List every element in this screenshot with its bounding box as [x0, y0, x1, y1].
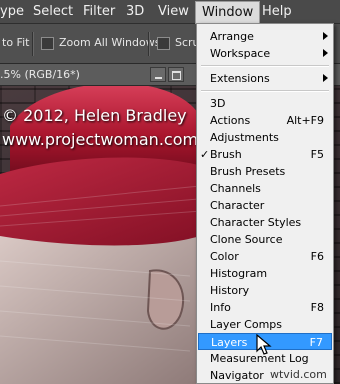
menu-item-label: Workspace: [210, 47, 271, 60]
menu-item-label: Histogram: [210, 267, 268, 280]
menu-item-label: History: [210, 284, 250, 297]
submenu-arrow-icon: [323, 32, 328, 40]
submenu-arrow-icon: [323, 49, 328, 57]
menu-item-clone-source[interactable]: Clone Source: [198, 231, 332, 248]
menu-help[interactable]: Help: [262, 0, 292, 23]
menu-item-label: Adjustments: [210, 131, 279, 144]
site-credit: wtvid.com: [270, 368, 327, 381]
menu-item-layer-comps[interactable]: Layer Comps: [198, 316, 332, 333]
menu-item-label: Channels: [210, 182, 261, 195]
menu-view[interactable]: View: [158, 0, 189, 23]
menu-item-shortcut: Alt+F9: [286, 114, 324, 127]
menu-item-label: Color: [210, 250, 239, 263]
menu-item-label: Extensions: [210, 72, 270, 85]
watermark-line-1: © 2012, Helen Bradley: [2, 106, 187, 125]
menu-item-extensions[interactable]: Extensions: [198, 70, 332, 87]
menu-item-label: Layer Comps: [210, 318, 283, 331]
menu-item-label: Actions: [210, 114, 251, 127]
maximize-icon[interactable]: [168, 67, 184, 82]
menu-item-3d[interactable]: 3D: [198, 95, 332, 112]
menu-item-shortcut: F8: [310, 301, 324, 314]
menu-select[interactable]: Select: [33, 0, 73, 23]
mouse-pointer-icon: [256, 334, 272, 355]
minimize-icon[interactable]: [150, 67, 166, 82]
window-menu-dropdown: Arrange Workspace Extensions 3D Actions …: [196, 23, 334, 384]
menu-item-brush-presets[interactable]: Brush Presets: [198, 163, 332, 180]
menu-item-channels[interactable]: Channels: [198, 180, 332, 197]
menu-filter[interactable]: Filter: [83, 0, 115, 23]
menu-item-character-styles[interactable]: Character Styles: [198, 214, 332, 231]
menu-item-adjustments[interactable]: Adjustments: [198, 129, 332, 146]
options-separator: [148, 32, 150, 56]
menu-type[interactable]: ype: [0, 0, 24, 23]
submenu-arrow-icon: [323, 74, 328, 82]
menu-item-history[interactable]: History: [198, 282, 332, 299]
menu-item-color[interactable]: Color F6: [198, 248, 332, 265]
menu-separator: [201, 65, 329, 67]
menu-item-histogram[interactable]: Histogram: [198, 265, 332, 282]
menu-window[interactable]: Window: [195, 1, 261, 24]
menu-item-arrange[interactable]: Arrange: [198, 28, 332, 45]
menu-item-shortcut: F5: [310, 148, 324, 161]
checkmark-icon: ✓: [200, 148, 210, 161]
menu-item-label: Layers: [211, 336, 248, 349]
menu-item-label: Brush Presets: [210, 165, 286, 178]
menu-item-workspace[interactable]: Workspace: [198, 45, 332, 62]
menu-item-label: Character: [210, 199, 265, 212]
menu-item-brush[interactable]: ✓ Brush F5: [198, 146, 332, 163]
watermark-line-2: www.projectwoman.com: [2, 130, 199, 149]
menu-item-label: Arrange: [210, 30, 254, 43]
menu-item-actions[interactable]: Actions Alt+F9: [198, 112, 332, 129]
zoom-all-windows-label: Zoom All Windows: [59, 36, 161, 49]
menu-item-label: Clone Source: [210, 233, 283, 246]
fit-screen-button[interactable]: to Fit: [2, 36, 29, 49]
menu-item-shortcut: F6: [310, 250, 324, 263]
options-separator: [32, 32, 34, 56]
menu-item-label: Brush: [210, 148, 242, 161]
menu-bar: ype Select Filter 3D View Window Help: [0, 0, 340, 24]
menu-item-character[interactable]: Character: [198, 197, 332, 214]
zoom-all-windows-checkbox[interactable]: [41, 37, 54, 50]
menu-item-shortcut: F7: [309, 336, 323, 349]
menu-item-label: Info: [210, 301, 231, 314]
menu-item-label: Navigator: [210, 369, 264, 382]
photoshop-window: ype Select Filter 3D View Window Help to…: [0, 0, 340, 384]
menu-item-label: 3D: [210, 97, 226, 110]
menu-item-info[interactable]: Info F8: [198, 299, 332, 316]
menu-3d[interactable]: 3D: [126, 0, 144, 23]
menu-separator: [201, 90, 329, 92]
menu-item-label: Character Styles: [210, 216, 302, 229]
scrubby-zoom-checkbox[interactable]: [157, 37, 170, 50]
document-title: .5% (RGB/16*): [0, 68, 80, 81]
